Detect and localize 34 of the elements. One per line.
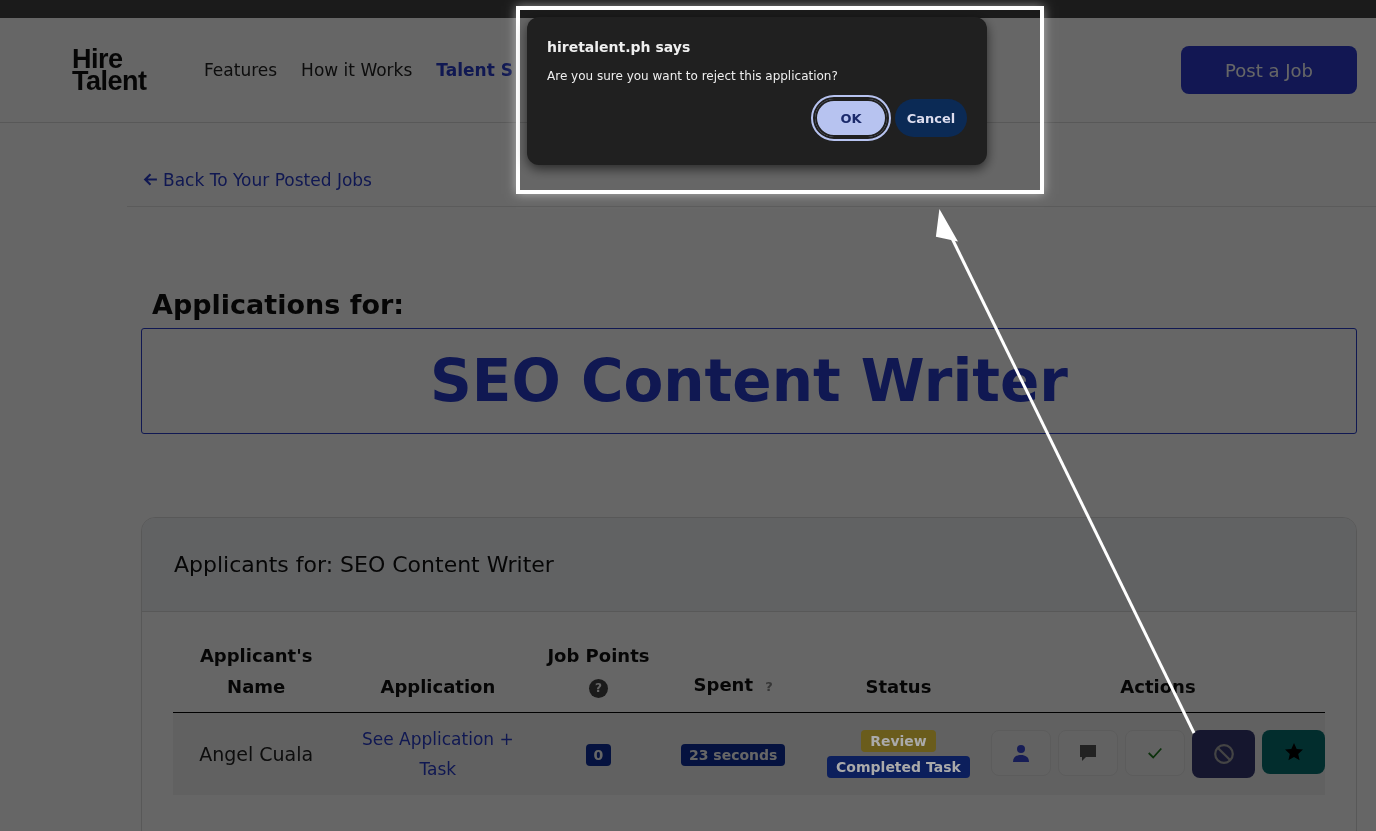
card-title: Applicants for: SEO Content Writer: [174, 552, 554, 577]
help-icon[interactable]: ?: [765, 679, 773, 694]
status-badge: Completed Task: [827, 756, 970, 778]
message-button[interactable]: [1058, 730, 1118, 776]
status-badge: Review: [861, 730, 936, 752]
cancel-button[interactable]: Cancel: [895, 99, 967, 137]
points-badge: 0: [585, 743, 612, 766]
shortlist-button[interactable]: [1262, 730, 1325, 774]
comment-icon: [1078, 743, 1098, 763]
help-icon[interactable]: ?: [588, 678, 608, 698]
application-link[interactable]: See Application + Task: [352, 724, 523, 784]
dialog-title: hiretalent.ph says: [547, 39, 692, 55]
reject-button[interactable]: [1192, 730, 1255, 778]
nav-link[interactable]: How it Works: [301, 60, 413, 80]
person-icon: [1011, 743, 1031, 763]
approve-button[interactable]: [1125, 730, 1185, 776]
column-header: Status: [865, 675, 932, 699]
column-header: Job Points: [545, 644, 651, 668]
ban-icon: [1212, 743, 1235, 765]
logo[interactable]: Hire Talent: [72, 48, 182, 92]
profile-button[interactable]: [991, 730, 1051, 776]
nav-link[interactable]: Talent S: [436, 60, 513, 80]
applicant-name: Angel Cuala: [199, 743, 314, 765]
column-header: Application: [380, 675, 496, 699]
column-header: Spent: [693, 673, 754, 697]
post-job-button[interactable]: Post a Job: [1181, 46, 1357, 94]
dialog-message: Are you sure you want to reject this application?: [547, 69, 839, 83]
column-header: Applicant's Name: [198, 644, 314, 699]
page-heading: Applications for:: [152, 289, 406, 320]
back-link[interactable]: Back To Your Posted Jobs: [142, 169, 372, 190]
time-badge: 23 seconds: [681, 743, 786, 766]
arrow-left-icon: [142, 171, 159, 188]
nav-link[interactable]: Features: [204, 60, 278, 80]
star-icon: [1283, 742, 1304, 762]
